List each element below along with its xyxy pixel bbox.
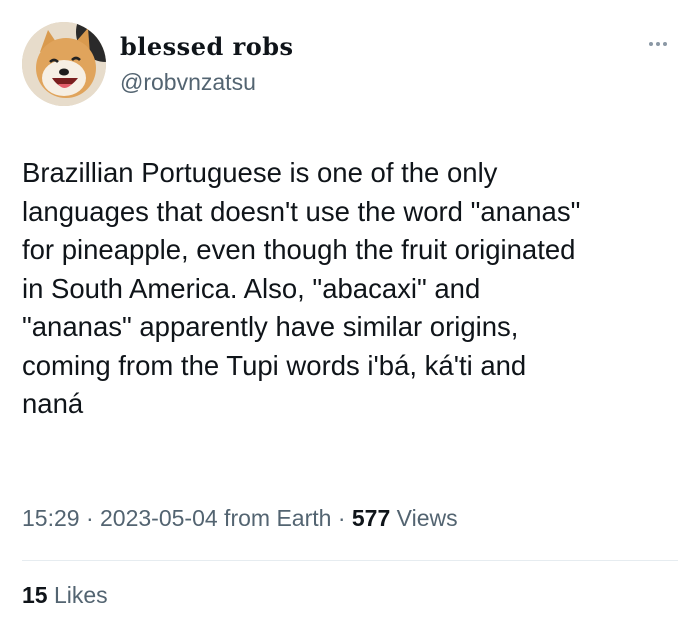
- likes-label[interactable]: Likes: [48, 582, 108, 608]
- likes-stat[interactable]: 15 Likes: [22, 582, 108, 609]
- more-options-icon[interactable]: [640, 34, 676, 54]
- views-count[interactable]: 577: [352, 505, 390, 531]
- dot: [656, 42, 660, 46]
- tweet-source: from Earth: [217, 505, 332, 531]
- tweet-time[interactable]: 15:29: [22, 505, 80, 531]
- meta-separator: ·: [79, 505, 101, 531]
- meta-separator: ·: [331, 505, 352, 531]
- tweet-date[interactable]: 2023-05-04: [100, 505, 218, 531]
- likes-count[interactable]: 15: [22, 582, 48, 608]
- shiba-dog-avatar-image: [22, 22, 106, 106]
- views-label[interactable]: Views: [390, 505, 458, 531]
- tweet-meta: 15:29 · 2023-05-04 from Earth · 577 View…: [22, 505, 458, 532]
- dot: [663, 42, 667, 46]
- author-display-name[interactable]: blessed robs: [120, 32, 294, 61]
- avatar[interactable]: [22, 22, 106, 106]
- tweet-card: blessed robs @robvnzatsu Brazillian Port…: [0, 0, 700, 632]
- author-handle[interactable]: @robvnzatsu: [120, 69, 256, 96]
- tweet-text: Brazillian Portuguese is one of the only…: [22, 157, 581, 419]
- divider: [22, 560, 678, 561]
- dot: [649, 42, 653, 46]
